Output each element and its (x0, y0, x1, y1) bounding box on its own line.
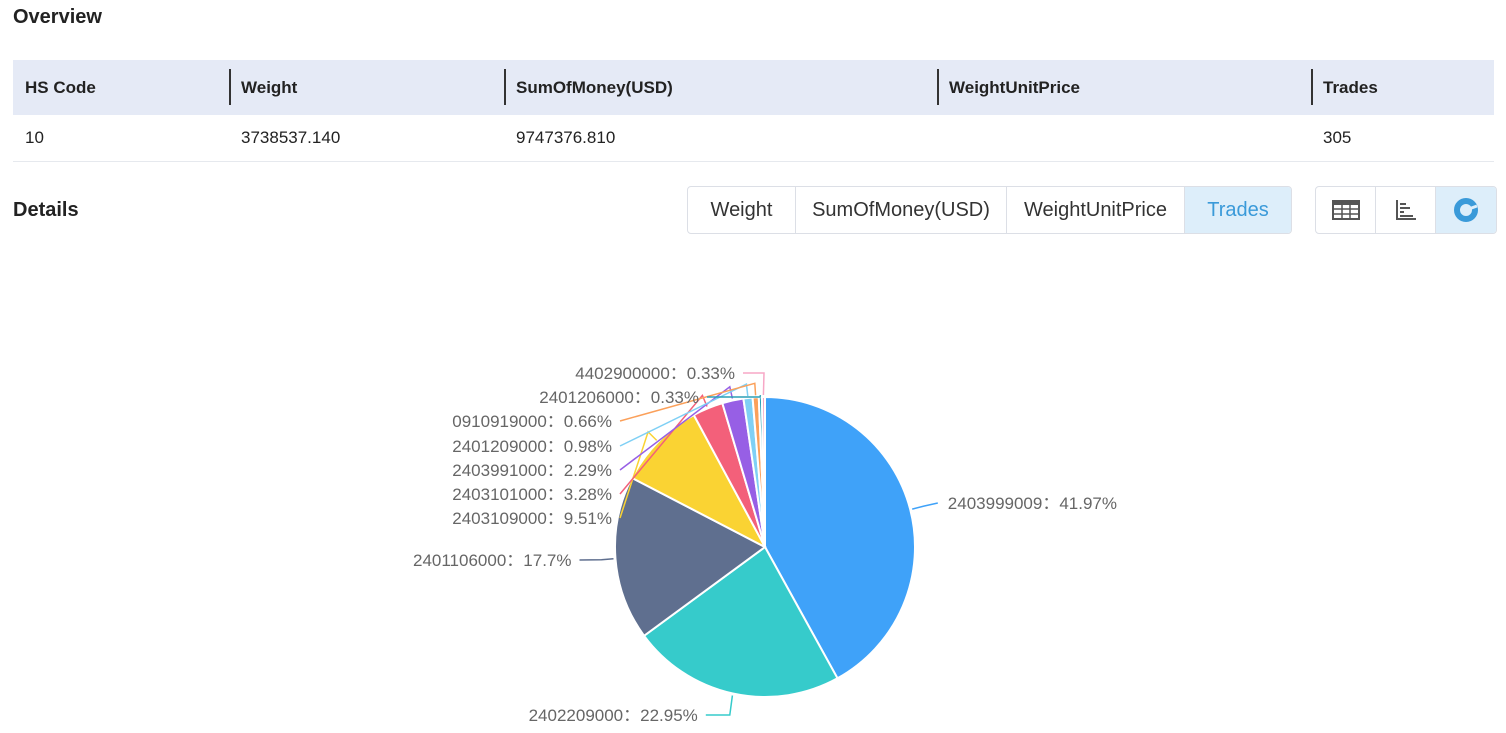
pie-label-line-2403999009 (912, 502, 938, 510)
pie-label-0910919000: 0910919000：0.66% (452, 412, 612, 431)
pie-label-2401209000: 2401209000：0.98% (452, 437, 612, 456)
pie-label-2403999009: 2403999009：41.97% (948, 494, 1117, 513)
trades-pie-chart: 2403999009：41.97% 2402209000：22.95% 240110… (413, 364, 1117, 725)
pie-label-2401206000: 2401206000：0.33% (539, 388, 699, 407)
pie-label-4402900000: 4402900000：0.33% (575, 364, 735, 383)
pie-label-2403101000: 2403101000：3.28% (452, 485, 612, 504)
pie-label-2401106000: 2401106000：17.7% (413, 551, 572, 570)
pie-label-line-2402209000 (705, 695, 734, 716)
pie-label-line-2401106000 (579, 557, 614, 561)
pie-label-line-2401206000 (707, 395, 762, 398)
pie-label-2402209000: 2402209000：22.95% (529, 706, 698, 725)
pie-label-2403991000: 2403991000：2.29% (452, 461, 612, 480)
pie-label-2403109000: 2403109000：9.51% (452, 509, 612, 528)
